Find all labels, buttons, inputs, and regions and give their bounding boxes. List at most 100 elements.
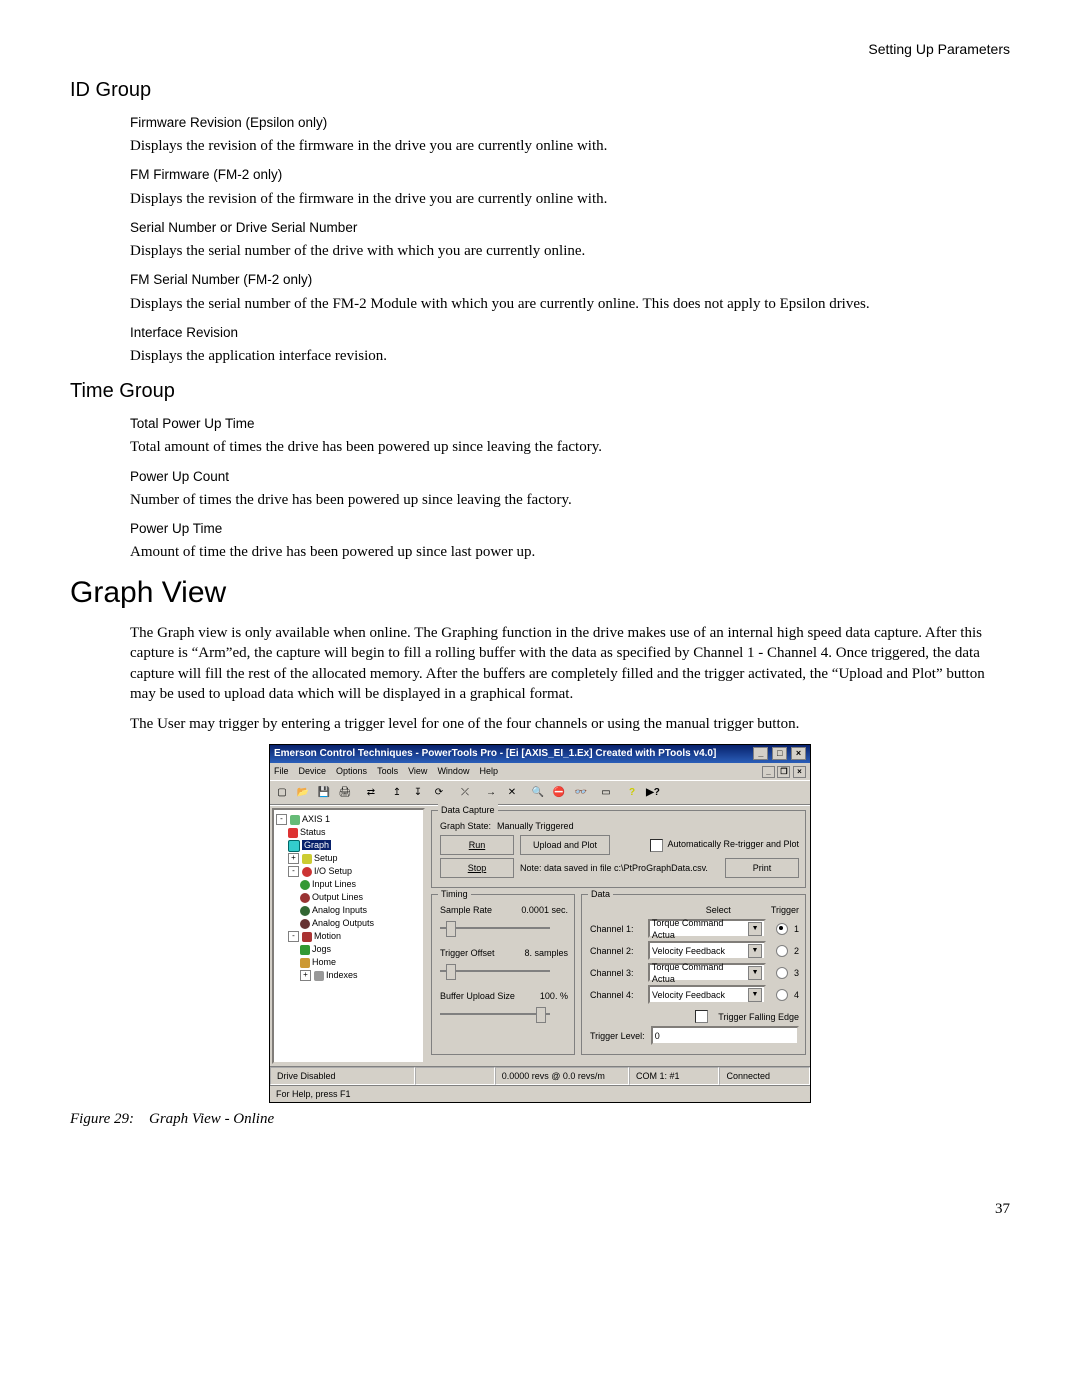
falling-edge-checkbox[interactable] xyxy=(695,1010,708,1023)
menu-options[interactable]: Options xyxy=(336,765,367,778)
window-icon[interactable]: ▭ xyxy=(596,783,616,802)
tree-expander-icon[interactable]: - xyxy=(288,931,299,942)
graph-icon xyxy=(288,840,300,852)
nav-tree[interactable]: - AXIS 1 Status Graph + Setup - I/O Setup I… xyxy=(272,808,425,1064)
group-data-capture: Data Capture Graph State: Manually Trigg… xyxy=(431,810,806,888)
group-title-timing: Timing xyxy=(438,888,471,900)
indexes-icon xyxy=(314,971,324,981)
group-data: Data Select Trigger Channel 1: Torque Co… xyxy=(581,894,806,1055)
whats-this-icon[interactable]: ▶? xyxy=(643,783,663,802)
tree-expander-icon[interactable]: + xyxy=(300,970,311,981)
chevron-down-icon[interactable]: ▼ xyxy=(748,922,762,936)
stop-icon[interactable]: ⛔ xyxy=(549,783,569,802)
tree-graph[interactable]: Graph xyxy=(302,840,331,850)
buffer-upload-slider[interactable] xyxy=(440,1005,550,1023)
open-icon[interactable]: 📂 xyxy=(293,783,313,802)
status-position: 0.0000 revs @ 0.0 revs/m xyxy=(495,1067,629,1085)
id-item0-body: Displays the revision of the firmware in… xyxy=(130,136,1010,156)
tree-analog-outputs[interactable]: Analog Outputs xyxy=(312,918,374,928)
download-icon[interactable]: ↧ xyxy=(408,783,428,802)
time-item0-body: Total amount of times the drive has been… xyxy=(130,437,1010,457)
graph-view-para2: The User may trigger by entering a trigg… xyxy=(130,714,1010,734)
statusbar-help: For Help, press F1 xyxy=(270,1085,810,1102)
menu-view[interactable]: View xyxy=(408,765,427,778)
upload-icon[interactable]: ↥ xyxy=(387,783,407,802)
channel4-radio[interactable] xyxy=(776,989,788,1001)
channel3-radio[interactable] xyxy=(776,967,788,979)
arrow-icon[interactable]: → xyxy=(481,783,501,802)
menu-device[interactable]: Device xyxy=(299,765,327,778)
watch-icon[interactable]: 👓 xyxy=(570,783,590,802)
chevron-down-icon[interactable]: ▼ xyxy=(748,944,762,958)
tree-expander-icon[interactable]: + xyxy=(288,853,299,864)
time-item2-body: Amount of time the drive has been powere… xyxy=(130,542,1010,562)
tree-setup[interactable]: Setup xyxy=(314,853,338,863)
tree-indexes[interactable]: Indexes xyxy=(326,970,358,980)
tree-analog-inputs[interactable]: Analog Inputs xyxy=(312,905,367,915)
tree-home[interactable]: Home xyxy=(312,957,336,967)
note-label: Note: data saved in file c:\PtProGraphDa… xyxy=(520,862,708,874)
channel2-select[interactable]: Velocity Feedback▼ xyxy=(648,941,766,960)
analog-inputs-icon xyxy=(300,906,310,916)
tree-root[interactable]: AXIS 1 xyxy=(302,814,330,824)
tree-jogs[interactable]: Jogs xyxy=(312,944,331,954)
motion-icon xyxy=(302,932,312,942)
run-button[interactable]: Run xyxy=(440,835,514,855)
cross-icon[interactable]: ✕ xyxy=(502,783,522,802)
menu-tools[interactable]: Tools xyxy=(377,765,398,778)
channel4-select[interactable]: Velocity Feedback▼ xyxy=(648,985,766,1004)
trigger-level-input[interactable]: 0 xyxy=(651,1026,799,1045)
tree-status[interactable]: Status xyxy=(300,827,326,837)
print-button[interactable]: Print xyxy=(725,858,799,878)
new-icon[interactable]: ▢ xyxy=(272,783,292,802)
graph-state-label: Graph State: xyxy=(440,820,491,832)
menubar: File Device Options Tools View Window He… xyxy=(270,763,810,780)
chevron-down-icon[interactable]: ▼ xyxy=(748,966,762,980)
channel1-select[interactable]: Torque Command Actua▼ xyxy=(648,919,766,938)
print-icon[interactable]: 🖨 xyxy=(335,783,355,802)
channel2-radio[interactable] xyxy=(776,945,788,957)
trigger-offset-slider[interactable] xyxy=(440,962,550,980)
channel1-radio[interactable] xyxy=(776,923,788,935)
minimize-button[interactable]: _ xyxy=(753,747,768,760)
stop-button[interactable]: Stop xyxy=(440,858,514,878)
auto-retrigger-checkbox[interactable] xyxy=(650,839,663,852)
graph-view-para1: The Graph view is only available when on… xyxy=(130,623,1010,704)
trigger-offset-value: 8. xyxy=(524,948,532,958)
page-number: 37 xyxy=(70,1199,1010,1219)
connect-icon[interactable]: ⇄ xyxy=(361,783,381,802)
window-controls: _ □ × xyxy=(752,747,806,761)
chevron-down-icon[interactable]: ▼ xyxy=(748,988,762,1002)
disconnect-icon[interactable]: ⤫ xyxy=(455,783,475,802)
menu-file[interactable]: File xyxy=(274,765,289,778)
window-title: Emerson Control Techniques - PowerTools … xyxy=(274,747,716,761)
channel3-select[interactable]: Torque Command Actua▼ xyxy=(648,963,766,982)
close-button[interactable]: × xyxy=(791,747,806,760)
child-restore-button[interactable]: ❐ xyxy=(777,766,790,778)
tree-output-lines[interactable]: Output Lines xyxy=(312,892,363,902)
tree-expander-icon[interactable]: - xyxy=(276,814,287,825)
id-item2-label: Serial Number or Drive Serial Number xyxy=(130,219,1010,237)
maximize-button[interactable]: □ xyxy=(772,747,787,760)
id-item2-body: Displays the serial number of the drive … xyxy=(130,241,1010,261)
tree-input-lines[interactable]: Input Lines xyxy=(312,879,356,889)
status-drive: Drive Disabled xyxy=(270,1067,415,1085)
menu-help[interactable]: Help xyxy=(479,765,498,778)
help-icon[interactable]: ? xyxy=(622,783,642,802)
app-window: Emerson Control Techniques - PowerTools … xyxy=(269,744,811,1103)
column-header-trigger: Trigger xyxy=(771,904,799,916)
tree-expander-icon[interactable]: - xyxy=(288,866,299,877)
child-close-button[interactable]: × xyxy=(793,766,806,778)
save-icon[interactable]: 💾 xyxy=(314,783,334,802)
child-minimize-button[interactable]: _ xyxy=(762,766,775,778)
zoom-icon[interactable]: 🔍 xyxy=(528,783,548,802)
menu-window[interactable]: Window xyxy=(437,765,469,778)
tree-motion[interactable]: Motion xyxy=(314,931,341,941)
titlebar[interactable]: Emerson Control Techniques - PowerTools … xyxy=(270,745,810,763)
channel4-trigger-num: 4 xyxy=(794,989,799,1001)
upload-plot-button[interactable]: Upload and Plot xyxy=(520,835,610,855)
sample-rate-slider[interactable] xyxy=(440,919,550,937)
tree-iosetup[interactable]: I/O Setup xyxy=(314,866,352,876)
refresh-icon[interactable]: ⟳ xyxy=(429,783,449,802)
child-window-controls: _ ❐ × xyxy=(762,765,806,778)
